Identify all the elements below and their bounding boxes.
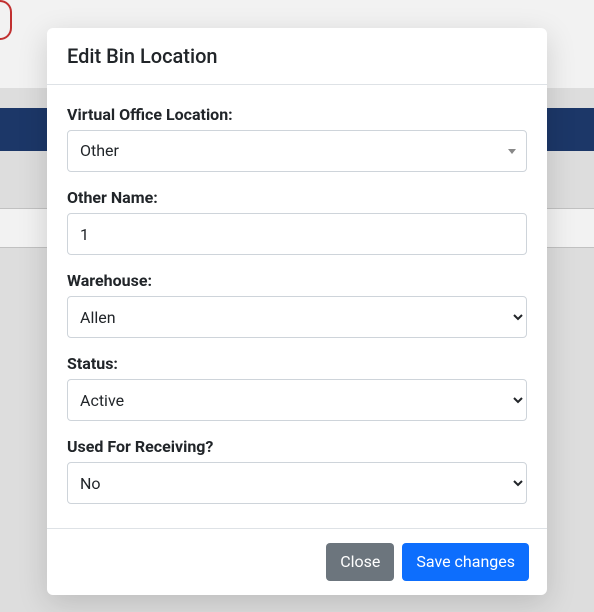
select-used-for-receiving[interactable]: No [67,462,527,504]
edit-bin-location-modal: Edit Bin Location Virtual Office Locatio… [47,28,547,595]
field-warehouse: Warehouse: Allen [67,271,527,338]
field-used-for-receiving: Used For Receiving? No [67,437,527,504]
select-virtual-office[interactable]: Other [67,130,527,172]
modal-title: Edit Bin Location [67,44,527,68]
modal-footer: Close Save changes [47,528,547,595]
modal-body: Virtual Office Location: Other Other Nam… [47,85,547,528]
modal-header: Edit Bin Location [47,28,547,85]
select-warehouse[interactable]: Allen [67,296,527,338]
label-virtual-office: Virtual Office Location: [67,105,527,124]
field-status: Status: Active [67,354,527,421]
field-virtual-office: Virtual Office Location: Other [67,105,527,172]
caret-down-icon [508,149,516,154]
save-changes-button[interactable]: Save changes [402,543,529,581]
field-other-name: Other Name: [67,188,527,255]
label-status: Status: [67,354,527,373]
close-button[interactable]: Close [326,543,394,581]
input-other-name[interactable] [67,213,527,255]
label-used-for-receiving: Used For Receiving? [67,437,527,456]
label-warehouse: Warehouse: [67,271,527,290]
select-virtual-office-value: Other [80,139,119,163]
select-status[interactable]: Active [67,379,527,421]
label-other-name: Other Name: [67,188,527,207]
